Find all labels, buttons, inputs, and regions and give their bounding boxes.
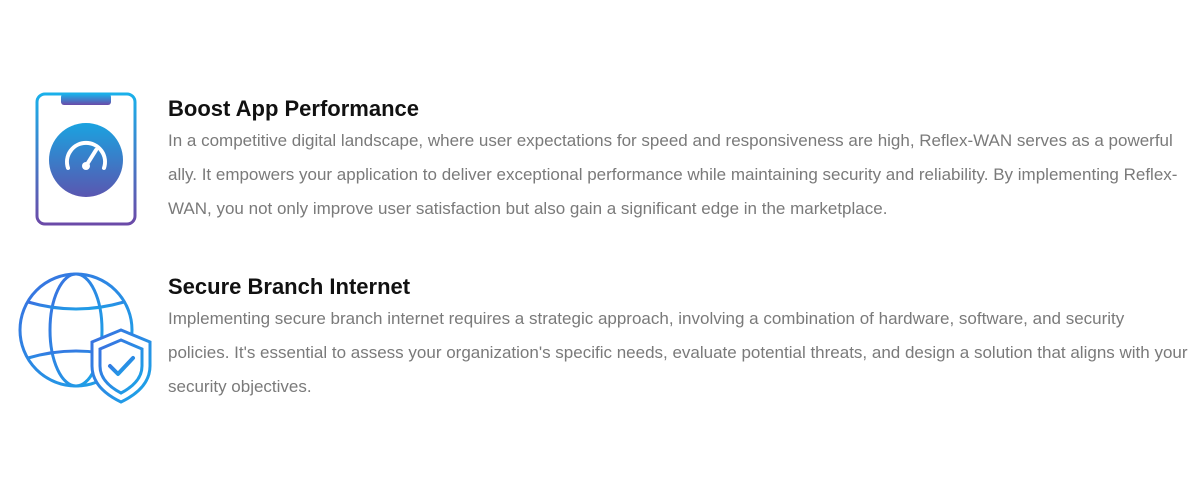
feature-title: Boost App Performance: [168, 96, 420, 121]
speedometer-phone-icon: [35, 92, 137, 226]
feature-text: Boost App Performance In a competitive d…: [168, 90, 1188, 226]
globe-shield-icon: [18, 270, 156, 404]
feature-title: Secure Branch Internet: [168, 274, 411, 299]
feature-text: Secure Branch Internet Implementing secu…: [168, 268, 1188, 404]
feature-description: In a competitive digital landscape, wher…: [168, 131, 1178, 218]
feature-description: Implementing secure branch internet requ…: [168, 309, 1188, 396]
